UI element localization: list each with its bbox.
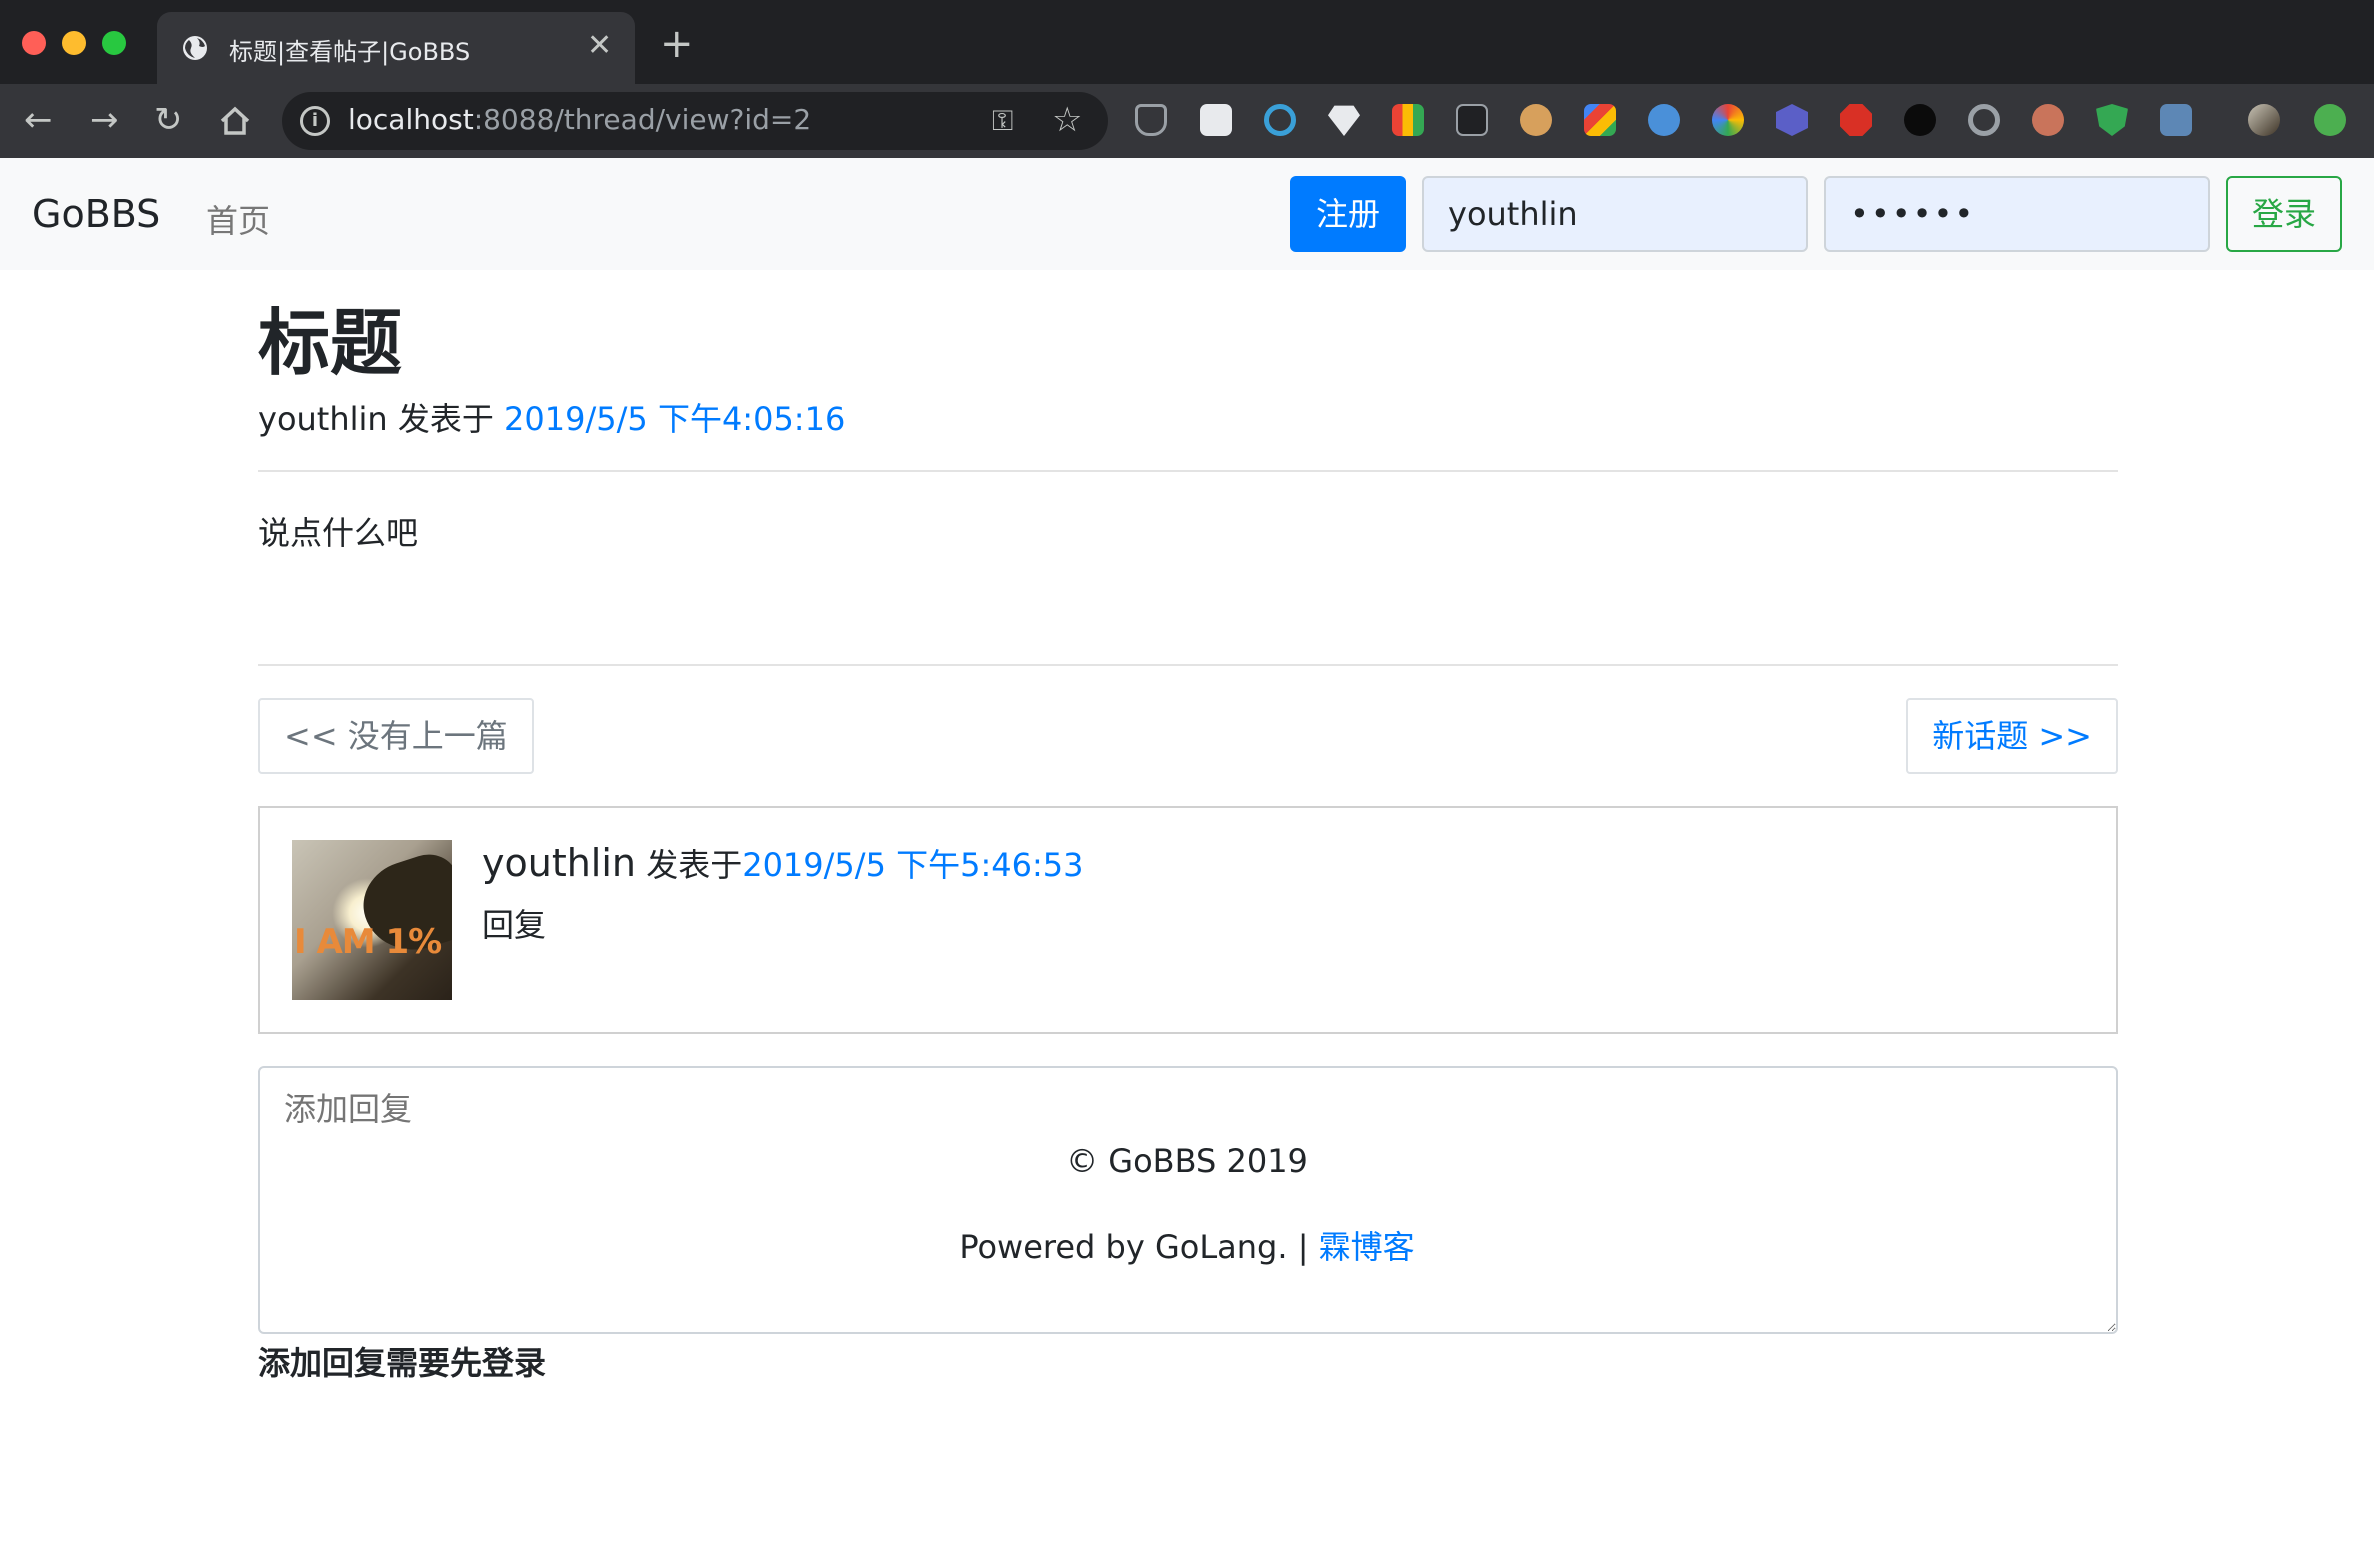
grid-extension-icon[interactable] bbox=[2160, 104, 2192, 136]
thread-time-link[interactable]: 2019/5/5 下午4:05:16 bbox=[504, 400, 845, 438]
login-required-hint: 添加回复需要先登录 bbox=[258, 1344, 547, 1382]
address-bar[interactable]: i localhost:8088/thread/view?id=2 ⚿ ☆ bbox=[282, 92, 1108, 150]
site-info-icon[interactable]: i bbox=[300, 106, 330, 136]
shield-extension-icon[interactable] bbox=[2096, 104, 2128, 136]
window-close-button[interactable] bbox=[22, 31, 46, 55]
window-zoom-button[interactable] bbox=[102, 31, 126, 55]
reply-item: I AM 1% youthlin 发表于2019/5/5 下午5:46:53 回… bbox=[258, 806, 2118, 1034]
new-tab-button[interactable]: + bbox=[660, 24, 694, 64]
translate-extension-icon[interactable] bbox=[1456, 104, 1488, 136]
register-button[interactable]: 注册 bbox=[1290, 176, 1406, 252]
update-arrow-icon[interactable] bbox=[2314, 104, 2346, 136]
blog-link[interactable]: 霖博客 bbox=[1319, 1228, 1415, 1266]
face-extension-icon[interactable] bbox=[2032, 104, 2064, 136]
home-icon[interactable] bbox=[218, 104, 252, 138]
chrome-extension-icon[interactable] bbox=[1712, 104, 1744, 136]
url-text[interactable]: localhost:8088/thread/view?id=2 bbox=[348, 103, 811, 136]
prev-thread-button: << 没有上一篇 bbox=[258, 698, 534, 774]
browser-toolbar: ← → ↻ i localhost:8088/thread/view?id=2 … bbox=[0, 84, 2374, 158]
reply-time-link[interactable]: 2019/5/5 下午5:46:53 bbox=[742, 846, 1083, 884]
login-button[interactable]: 登录 bbox=[2226, 176, 2342, 252]
r-extension-icon[interactable] bbox=[1776, 104, 1808, 136]
divider bbox=[258, 664, 2118, 666]
posted-label: 发表于 bbox=[387, 400, 505, 438]
password-input[interactable]: •••••• bbox=[1824, 176, 2210, 252]
footer-powered: Powered by GoLang. | 霖博客 bbox=[0, 1222, 2374, 1268]
reload-icon[interactable]: ↻ bbox=[154, 100, 183, 140]
back-arrow-icon[interactable]: ← bbox=[24, 100, 53, 140]
bookmark-star-icon[interactable]: ☆ bbox=[1052, 100, 1082, 140]
reply-author: youthlin bbox=[482, 841, 637, 885]
powered-by-text: Powered by GoLang. | bbox=[959, 1228, 1319, 1266]
download-extension-icon[interactable] bbox=[1392, 104, 1424, 136]
pocket-extension-icon[interactable] bbox=[1135, 104, 1167, 136]
window-minimize-button[interactable] bbox=[62, 31, 86, 55]
site-navbar: GoBBS 首页 注册 youthlin •••••• 登录 bbox=[0, 158, 2374, 270]
browser-tab[interactable]: 标题|查看帖子|GoBBS ✕ bbox=[157, 12, 635, 84]
search-extension-icon[interactable] bbox=[1264, 104, 1296, 136]
globe-icon bbox=[183, 36, 207, 60]
reply-textarea[interactable] bbox=[258, 1066, 2118, 1334]
afro-extension-icon[interactable] bbox=[1904, 104, 1936, 136]
username-input[interactable]: youthlin bbox=[1422, 176, 1808, 252]
thread-meta: youthlin 发表于 2019/5/5 下午4:05:16 bbox=[258, 394, 845, 440]
divider bbox=[258, 470, 2118, 472]
gem-extension-icon[interactable] bbox=[1328, 105, 1360, 136]
stop-hand-extension-icon[interactable] bbox=[1840, 104, 1872, 136]
tab-title: 标题|查看帖子|GoBBS bbox=[229, 38, 471, 66]
thread-body: 说点什么吧 bbox=[258, 514, 419, 552]
next-thread-button[interactable]: 新话题 >> bbox=[1906, 698, 2118, 774]
key-icon[interactable]: ⚿ bbox=[992, 104, 1013, 138]
nav-home-link[interactable]: 首页 bbox=[206, 196, 270, 242]
thread-title: 标题 bbox=[258, 301, 403, 385]
close-tab-icon[interactable]: ✕ bbox=[587, 28, 612, 64]
footer-copyright: © GoBBS 2019 bbox=[1066, 1142, 1308, 1180]
camel-extension-icon[interactable] bbox=[1200, 104, 1232, 136]
ring-extension-icon[interactable] bbox=[1968, 104, 2000, 136]
edit-extension-icon[interactable] bbox=[1648, 104, 1680, 136]
forward-arrow-icon[interactable]: → bbox=[90, 100, 119, 140]
reply-posted-label: 发表于 bbox=[636, 846, 743, 884]
profile-avatar-icon[interactable] bbox=[2248, 104, 2280, 136]
brand-logo[interactable]: GoBBS bbox=[32, 192, 160, 236]
avatar: I AM 1% bbox=[292, 840, 452, 1000]
reply-text: 回复 bbox=[482, 906, 547, 944]
cookie-extension-icon[interactable] bbox=[1520, 104, 1552, 136]
bolt-extension-icon[interactable] bbox=[1584, 104, 1616, 136]
browser-tab-bar: 标题|查看帖子|GoBBS ✕ + bbox=[0, 0, 2374, 84]
thread-author: youthlin bbox=[258, 400, 388, 438]
reply-header: youthlin 发表于2019/5/5 下午5:46:53 bbox=[482, 840, 1083, 886]
